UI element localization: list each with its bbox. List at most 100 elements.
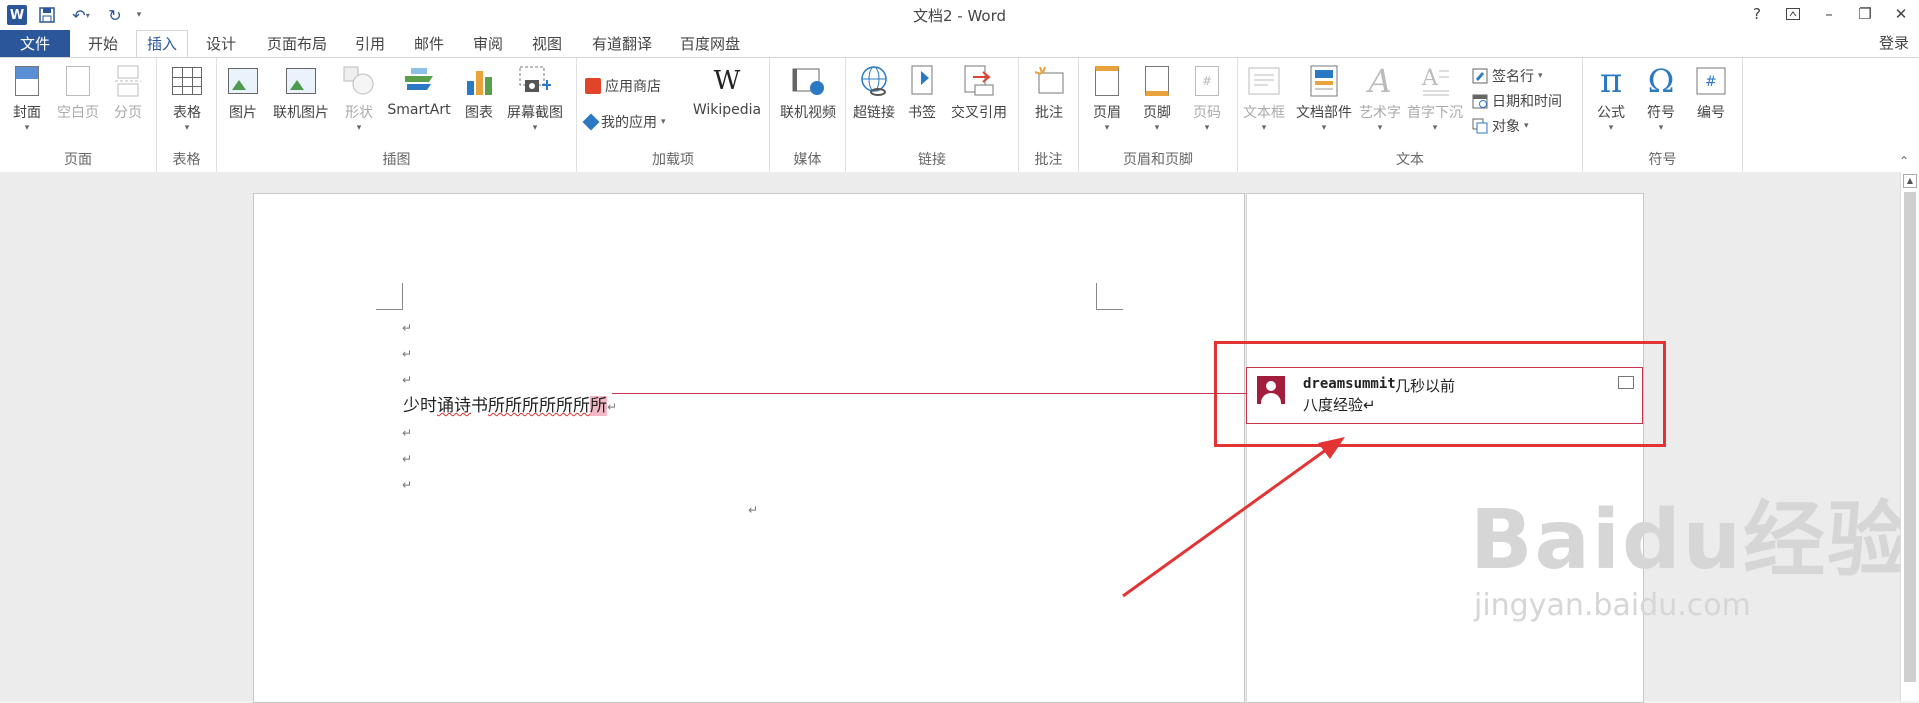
new-comment-button[interactable]: 批注: [1029, 64, 1069, 122]
drop-cap-icon: A: [1419, 64, 1451, 98]
online-picture-icon: [285, 64, 317, 98]
online-video-button[interactable]: 联机视频: [774, 64, 842, 122]
footer-icon: [1141, 64, 1173, 98]
tab-view[interactable]: 视图: [522, 30, 572, 58]
vertical-scrollbar[interactable]: ▲: [1900, 172, 1919, 701]
object-icon: [1472, 118, 1488, 134]
smartart-button[interactable]: SmartArt: [384, 64, 454, 118]
group-symbols: π 公式 ▾ Ω 符号 ▾ # 编号 符号: [1583, 58, 1743, 172]
quick-parts-icon: [1308, 64, 1340, 98]
pictures-button[interactable]: 图片: [225, 64, 261, 122]
screenshot-label: 屏幕截图: [507, 105, 563, 121]
paragraph-mark: ↵: [402, 452, 413, 466]
paragraph-mark: ↵: [402, 373, 413, 387]
online-pictures-label: 联机图片: [273, 105, 329, 121]
date-time-button[interactable]: 日期和时间: [1472, 91, 1562, 111]
tab-baidu-pan[interactable]: 百度网盘: [670, 30, 750, 58]
spelling-error-text: 所所所所所所: [488, 396, 590, 416]
screenshot-icon: [519, 64, 551, 98]
tab-youdao[interactable]: 有道翻译: [582, 30, 662, 58]
online-pictures-button[interactable]: 联机图片: [269, 64, 333, 122]
minimize-icon[interactable]: –: [1811, 0, 1847, 28]
number-button[interactable]: # 编号: [1689, 64, 1733, 122]
tab-home[interactable]: 开始: [78, 30, 128, 58]
document-page[interactable]: [253, 193, 1245, 703]
shapes-button[interactable]: 形状 ▾: [339, 64, 379, 133]
drop-cap-button[interactable]: A 首字下沉 ▾: [1404, 64, 1466, 133]
header-label: 页眉: [1093, 105, 1121, 121]
body-paragraph[interactable]: 少时诵诗书所所所所所所所↵: [403, 391, 617, 416]
online-video-icon: [792, 64, 824, 98]
tab-file[interactable]: 文件: [0, 30, 70, 58]
wordart-button[interactable]: A 艺术字 ▾: [1358, 62, 1402, 133]
svg-text:#: #: [1705, 74, 1717, 90]
group-addins: 应用商店 我的应用 ▾ W Wikipedia 加载项: [577, 58, 770, 172]
cover-page-button[interactable]: 封面 ▾: [8, 64, 46, 133]
collapse-ribbon-icon[interactable]: ⌃: [1899, 154, 1909, 168]
tab-mailings[interactable]: 邮件: [404, 30, 454, 58]
tab-design[interactable]: 设计: [196, 30, 246, 58]
wordart-icon: A: [1368, 62, 1392, 100]
new-comment-icon: [1033, 64, 1065, 98]
quick-parts-button[interactable]: 文档部件 ▾: [1292, 64, 1356, 133]
body-text: 书: [471, 396, 488, 416]
screenshot-button[interactable]: 屏幕截图 ▾: [503, 64, 567, 133]
shapes-icon: [343, 64, 375, 98]
header-icon: [1091, 64, 1123, 98]
smartart-label: SmartArt: [387, 102, 451, 118]
blank-page-button[interactable]: 空白页: [54, 64, 102, 122]
annotation-highlight-box: [1214, 341, 1666, 447]
crop-mark-right: [1096, 283, 1123, 310]
textbox-button[interactable]: 文本框 ▾: [1240, 64, 1288, 133]
chart-button[interactable]: 图表: [461, 64, 497, 122]
sign-in-link[interactable]: 登录: [1879, 32, 1919, 53]
table-icon: [171, 64, 203, 98]
signature-line-button[interactable]: 签名行 ▾: [1472, 66, 1543, 86]
equation-button[interactable]: π 公式 ▾: [1589, 61, 1633, 133]
symbol-button[interactable]: Ω 符号 ▾: [1639, 62, 1683, 133]
help-button[interactable]: ?: [1739, 0, 1775, 28]
chart-icon: [463, 64, 495, 98]
equation-label: 公式: [1597, 105, 1625, 121]
ribbon-tabs: 文件 开始 插入 设计 页面布局 引用 邮件 审阅 视图 有道翻译 百度网盘: [0, 30, 1919, 58]
page-break-button[interactable]: 分页: [108, 64, 148, 122]
commented-text[interactable]: 所: [590, 396, 607, 416]
close-icon[interactable]: ✕: [1883, 0, 1919, 28]
tab-review[interactable]: 审阅: [463, 30, 513, 58]
new-comment-label: 批注: [1035, 105, 1063, 121]
scroll-up-icon[interactable]: ▲: [1903, 174, 1917, 188]
tab-references[interactable]: 引用: [346, 30, 394, 58]
restore-icon[interactable]: ❐: [1847, 0, 1883, 28]
bookmark-button[interactable]: 书签: [904, 64, 940, 122]
watermark-url: jingyan.baidu.com: [1474, 588, 1751, 623]
tab-insert[interactable]: 插入: [136, 30, 188, 58]
page-number-button[interactable]: # 页码 ▾: [1187, 64, 1227, 133]
cross-reference-button[interactable]: 交叉引用: [946, 64, 1012, 122]
store-button[interactable]: 应用商店: [585, 76, 661, 96]
drop-cap-label: 首字下沉: [1407, 105, 1463, 121]
scrollbar-thumb[interactable]: [1904, 192, 1916, 682]
pictures-label: 图片: [229, 105, 257, 121]
footer-button[interactable]: 页脚 ▾: [1137, 64, 1177, 133]
footer-label: 页脚: [1143, 105, 1171, 121]
tab-layout[interactable]: 页面布局: [257, 30, 337, 58]
ribbon-display-options-icon[interactable]: [1775, 0, 1811, 28]
wikipedia-label: Wikipedia: [692, 102, 762, 118]
number-label: 编号: [1697, 105, 1725, 121]
wikipedia-button[interactable]: W Wikipedia: [689, 64, 765, 118]
svg-text:A: A: [1421, 66, 1439, 91]
group-header-footer-label: 页眉和页脚: [1123, 152, 1193, 168]
signature-line-icon: [1472, 68, 1488, 84]
header-button[interactable]: 页眉 ▾: [1087, 64, 1127, 133]
group-illustrations-label: 插图: [382, 152, 411, 168]
blank-page-icon: [62, 64, 94, 98]
my-apps-button[interactable]: 我的应用 ▾: [582, 112, 666, 132]
cross-reference-label: 交叉引用: [951, 105, 1007, 121]
table-button[interactable]: 表格 ▾: [167, 64, 207, 133]
group-tables-label: 表格: [172, 152, 201, 168]
hyperlink-button[interactable]: 超链接: [850, 64, 898, 122]
pi-icon: π: [1599, 61, 1623, 101]
date-time-label: 日期和时间: [1492, 94, 1562, 110]
object-button[interactable]: 对象 ▾: [1472, 116, 1529, 136]
page-number-label: 页码: [1193, 105, 1221, 121]
